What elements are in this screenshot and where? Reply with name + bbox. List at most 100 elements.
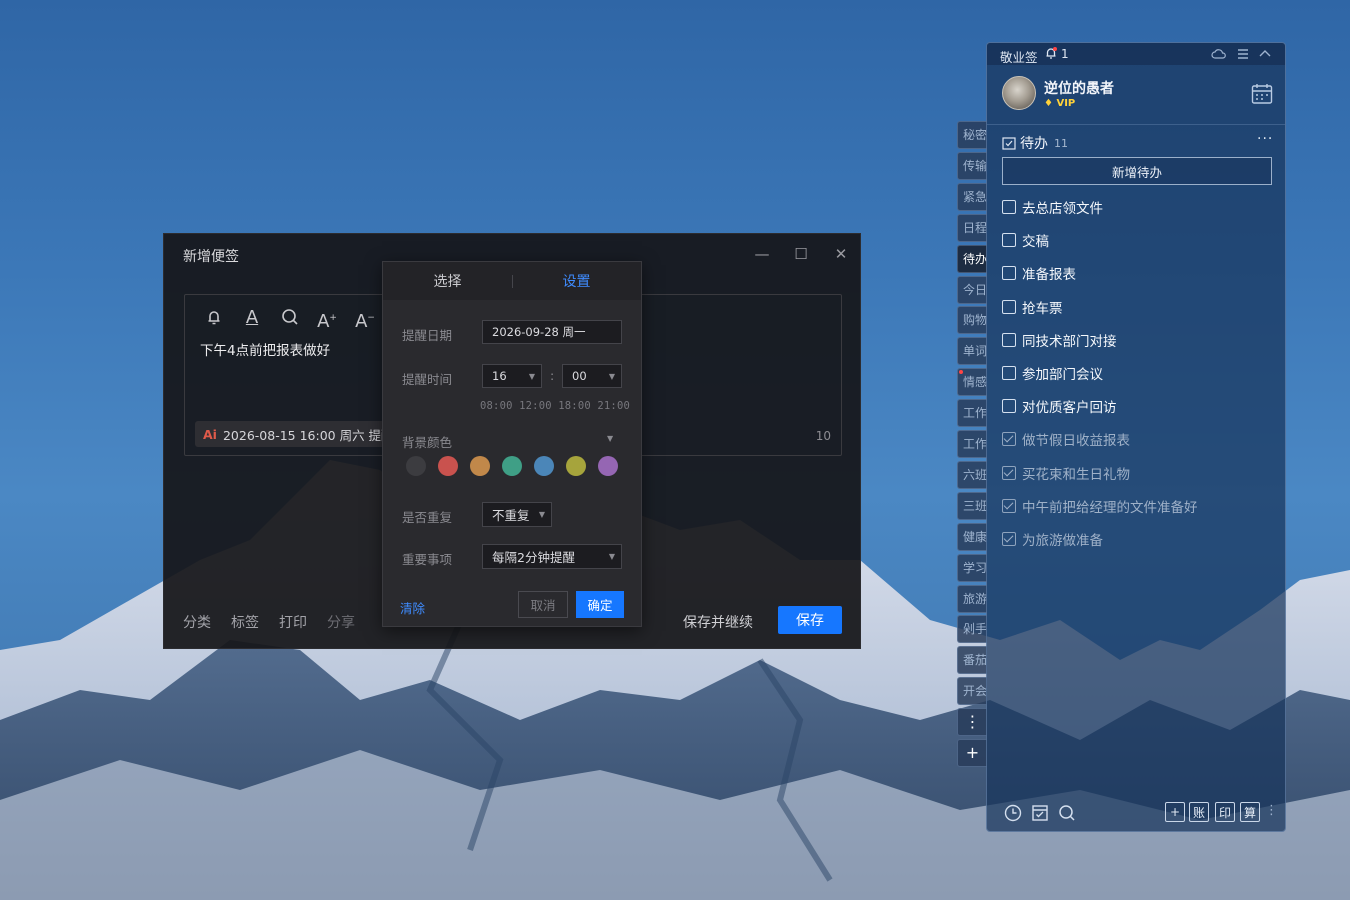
category-tab[interactable]: 开会 <box>957 677 987 706</box>
category-tab[interactable]: 学习 <box>957 553 987 582</box>
todo-item[interactable]: 准备报表 <box>1002 263 1076 283</box>
more-vertical-icon[interactable]: ⋮ <box>1265 803 1278 818</box>
todo-checkbox[interactable] <box>1002 332 1016 347</box>
tab-settings[interactable]: 设置 <box>512 271 641 291</box>
category-tab-label: 情感 <box>963 375 987 390</box>
category-tab[interactable]: 健康 <box>957 522 987 551</box>
todo-item[interactable]: 对优质客户回访 <box>1002 396 1117 416</box>
category-tab-label: 紧急 <box>963 189 987 204</box>
category-tab[interactable]: 待办 <box>957 244 987 273</box>
search-icon[interactable] <box>1057 803 1077 823</box>
reminder-chip[interactable]: Ai 2026-08-15 16:00 周六 提醒 > <box>195 421 385 447</box>
category-tab[interactable]: 单词 <box>957 337 987 366</box>
font-color-icon[interactable]: A <box>241 307 263 329</box>
todo-list-icon[interactable] <box>1030 803 1050 823</box>
popup-tabs: 选择 设置 <box>383 262 641 300</box>
bg-color-option[interactable] <box>598 456 618 476</box>
print-icon[interactable]: 印 <box>1215 802 1235 822</box>
close-button[interactable]: ✕ <box>829 243 853 265</box>
repeat-select[interactable]: 不重复 ▼ <box>482 502 552 527</box>
todo-checkbox[interactable] <box>1002 366 1016 380</box>
todo-item[interactable]: 交稿 <box>1002 230 1049 250</box>
confirm-button[interactable]: 确定 <box>576 591 624 618</box>
todo-checkbox[interactable] <box>1002 233 1016 248</box>
date-field[interactable]: 2026-09-28 周一 <box>482 320 622 344</box>
share-link[interactable]: 分享 <box>327 612 355 632</box>
bg-color-option[interactable] <box>438 456 458 476</box>
font-increase-icon[interactable]: A+ <box>316 307 338 332</box>
save-and-continue-button[interactable]: 保存并继续 <box>683 612 753 632</box>
category-link[interactable]: 分类 <box>183 612 211 632</box>
cancel-button[interactable]: 取消 <box>518 591 568 618</box>
category-tab[interactable]: 情感 <box>957 368 987 397</box>
avatar[interactable] <box>1002 76 1036 110</box>
tag-link[interactable]: 标签 <box>231 612 259 632</box>
todo-item[interactable]: 为旅游做准备 <box>1002 529 1103 549</box>
category-tab[interactable]: 六班 <box>957 460 987 489</box>
search-icon[interactable] <box>279 307 301 329</box>
add-box-icon[interactable]: + <box>1165 802 1185 822</box>
clock-icon[interactable] <box>1003 803 1023 823</box>
todo-checkbox[interactable] <box>1002 532 1016 546</box>
maximize-button[interactable]: ☐ <box>789 243 813 265</box>
notification-count: 1 <box>1061 47 1069 61</box>
bell-icon[interactable] <box>1044 46 1058 60</box>
todo-item[interactable]: 做节假日收益报表 <box>1002 429 1130 449</box>
cloud-sync-icon[interactable] <box>1211 46 1227 62</box>
font-decrease-icon[interactable]: A− <box>354 307 376 332</box>
todo-item[interactable]: 抢车票 <box>1002 297 1063 317</box>
todo-item[interactable]: 买花束和生日礼物 <box>1002 463 1130 483</box>
save-button[interactable]: 保存 <box>778 606 842 634</box>
todo-item[interactable]: 同技术部门对接 <box>1002 330 1117 350</box>
bg-color-option[interactable] <box>566 456 586 476</box>
todo-checkbox[interactable] <box>1002 399 1016 414</box>
more-categories-icon[interactable]: ⋮ <box>957 708 987 737</box>
tab-select[interactable]: 选择 <box>383 271 512 291</box>
category-tab[interactable]: 传输 <box>957 151 987 180</box>
todo-checkbox[interactable] <box>1002 200 1016 214</box>
bg-color-option[interactable] <box>470 456 490 476</box>
clear-button[interactable]: 清除 <box>400 598 425 617</box>
quick-time-options[interactable]: 08:00 12:00 18:00 21:00 <box>480 400 630 412</box>
category-tab[interactable]: 工作 <box>957 399 987 428</box>
note-content[interactable]: 下午4点前把报表做好 <box>200 339 330 359</box>
chevron-down-icon[interactable]: ▼ <box>607 434 613 443</box>
account-icon[interactable]: 账 <box>1189 802 1209 822</box>
todo-item[interactable]: 参加部门会议 <box>1002 363 1103 383</box>
todo-checkbox[interactable] <box>1002 465 1016 480</box>
add-todo-button[interactable]: 新增待办 <box>1002 157 1272 185</box>
bg-color-option[interactable] <box>502 456 522 476</box>
todo-text: 对优质客户回访 <box>1022 400 1117 417</box>
category-tab[interactable]: 三班 <box>957 491 987 520</box>
print-link[interactable]: 打印 <box>279 612 307 632</box>
category-tab[interactable]: 番茄 <box>957 646 987 675</box>
category-tab[interactable]: 旅游 <box>957 584 987 613</box>
calendar-icon[interactable] <box>1250 82 1274 106</box>
category-tab[interactable]: 工作 <box>957 430 987 458</box>
important-select[interactable]: 每隔2分钟提醒 ▼ <box>482 544 622 569</box>
todo-item[interactable]: 去总店领文件 <box>1002 197 1103 217</box>
todo-text: 做节假日收益报表 <box>1022 433 1130 450</box>
category-tab[interactable]: 日程 <box>957 213 987 242</box>
todo-checkbox[interactable] <box>1002 266 1016 281</box>
collapse-icon[interactable] <box>1257 46 1273 62</box>
add-category-button[interactable]: + <box>957 739 987 767</box>
todo-item[interactable]: 中午前把给经理的文件准备好 <box>1002 496 1198 516</box>
bell-icon[interactable] <box>203 307 225 329</box>
category-tab[interactable]: 秘密 <box>957 121 987 149</box>
hour-select[interactable]: 16 ▼ <box>482 364 542 388</box>
more-options-icon[interactable]: ··· <box>1257 131 1273 147</box>
calculator-icon[interactable]: 算 <box>1240 802 1260 822</box>
todo-checkbox[interactable] <box>1002 299 1016 314</box>
bg-color-option[interactable] <box>534 456 554 476</box>
menu-icon[interactable] <box>1235 46 1251 62</box>
category-tab[interactable]: 购物 <box>957 306 987 335</box>
category-tab[interactable]: 紧急 <box>957 182 987 211</box>
category-tab[interactable]: 今日 <box>957 275 987 304</box>
minimize-button[interactable]: — <box>750 243 774 265</box>
minute-select[interactable]: 00 ▼ <box>562 364 622 388</box>
category-tab[interactable]: 剁手 <box>957 615 987 644</box>
bg-color-option[interactable] <box>406 456 426 476</box>
todo-checkbox[interactable] <box>1002 498 1016 513</box>
todo-checkbox[interactable] <box>1002 432 1016 447</box>
